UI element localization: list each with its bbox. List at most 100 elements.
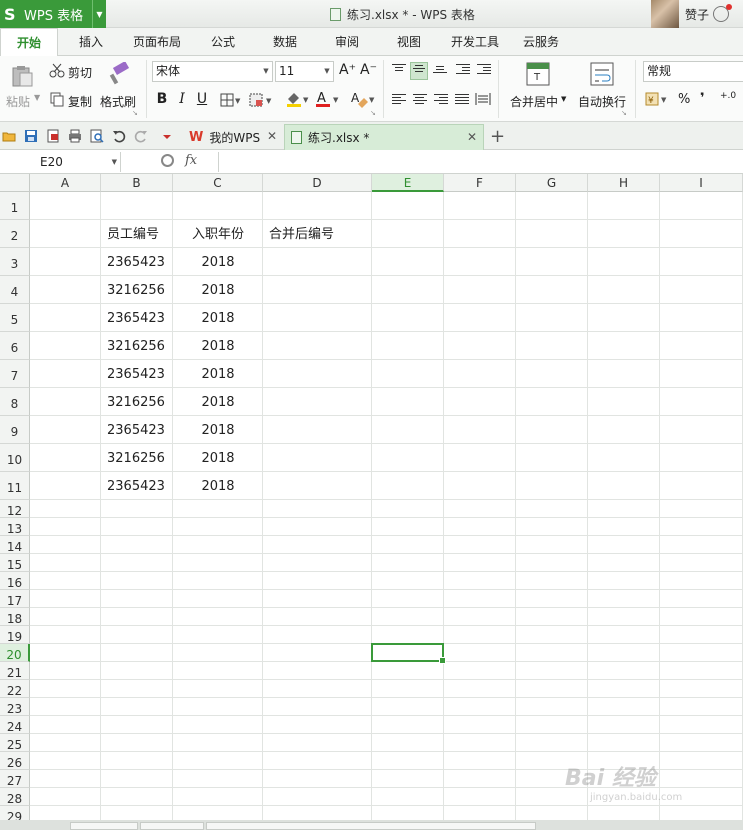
column-header-d[interactable]: D	[263, 174, 372, 192]
row-header-12[interactable]: 12	[0, 500, 30, 518]
row-header-8[interactable]: 8	[0, 388, 30, 416]
export-pdf-icon[interactable]	[46, 129, 60, 143]
close-icon[interactable]: ✕	[267, 129, 277, 143]
cell-b2[interactable]: 员工编号	[107, 220, 173, 248]
select-all-corner[interactable]	[0, 174, 30, 192]
doc-tab-practice[interactable]: 练习.xlsx * ✕	[284, 124, 484, 150]
tab-insert[interactable]: 插入	[66, 28, 116, 56]
formula-input[interactable]	[218, 152, 743, 172]
name-box[interactable]: E20 ▼	[0, 152, 121, 172]
underline-button[interactable]: U	[194, 91, 210, 107]
cell-b6[interactable]: 3216256	[107, 332, 173, 360]
cell-c9[interactable]: 2018	[173, 416, 263, 444]
column-header-g[interactable]: G	[516, 174, 588, 192]
new-tab-icon[interactable]: +	[490, 126, 505, 147]
paste-icon[interactable]	[10, 64, 34, 88]
cell-c3[interactable]: 2018	[173, 248, 263, 276]
column-header-f[interactable]: F	[444, 174, 516, 192]
column-header-c[interactable]: C	[173, 174, 263, 192]
column-header-h[interactable]: H	[588, 174, 660, 192]
row-header-29[interactable]: 29	[0, 806, 30, 820]
row-header-11[interactable]: 11	[0, 472, 30, 500]
align-bottom-icon[interactable]	[433, 66, 447, 78]
increase-decimal-button[interactable]: +.0	[720, 92, 740, 101]
row-header-6[interactable]: 6	[0, 332, 30, 360]
row-header-24[interactable]: 24	[0, 716, 30, 734]
format-painter-button[interactable]: 格式刷	[100, 93, 136, 110]
print-preview-icon[interactable]	[90, 129, 104, 143]
row-header-26[interactable]: 26	[0, 752, 30, 770]
currency-format-icon[interactable]: ¥ ▼	[645, 91, 669, 110]
number-format-select[interactable]: 常规	[643, 61, 743, 82]
undo-icon[interactable]	[112, 129, 126, 143]
chevron-down-icon[interactable]: ▼	[561, 95, 566, 103]
paste-button[interactable]: 粘贴	[6, 93, 30, 110]
italic-button[interactable]: I	[174, 91, 190, 107]
tab-home[interactable]: 开始	[0, 28, 58, 57]
increase-indent-icon[interactable]	[477, 64, 491, 76]
cell-b3[interactable]: 2365423	[107, 248, 173, 276]
column-header-e[interactable]: E	[372, 174, 444, 192]
save-icon[interactable]	[24, 129, 38, 143]
row-header-18[interactable]: 18	[0, 608, 30, 626]
row-header-16[interactable]: 16	[0, 572, 30, 590]
row-header-4[interactable]: 4	[0, 276, 30, 304]
row-header-19[interactable]: 19	[0, 626, 30, 644]
justify-icon[interactable]	[455, 94, 469, 106]
font-name-select[interactable]: 宋体 ▼	[152, 61, 273, 82]
shrink-font-button[interactable]: A⁻	[360, 62, 377, 78]
cell-c4[interactable]: 2018	[173, 276, 263, 304]
align-center-icon[interactable]	[413, 94, 427, 106]
row-header-10[interactable]: 10	[0, 444, 30, 472]
row-header-20[interactable]: 20	[0, 644, 30, 662]
cell-c11[interactable]: 2018	[173, 472, 263, 500]
fill-color-icon[interactable]: ▼	[285, 90, 311, 111]
cut-icon[interactable]	[49, 62, 65, 81]
row-header-3[interactable]: 3	[0, 248, 30, 276]
user-area[interactable]: 赞子	[650, 0, 743, 28]
sheet-tab[interactable]	[70, 822, 138, 830]
row-header-25[interactable]: 25	[0, 734, 30, 752]
copy-button[interactable]: 复制	[68, 93, 92, 110]
copy-icon[interactable]	[49, 91, 65, 110]
merge-center-button[interactable]: 合并居中	[510, 93, 558, 110]
chevron-down-icon[interactable]: ▼	[92, 0, 106, 28]
row-header-13[interactable]: 13	[0, 518, 30, 536]
percent-button[interactable]: %	[678, 92, 690, 107]
column-header-i[interactable]: I	[660, 174, 743, 192]
paste-dropdown-icon[interactable]: ▼	[34, 93, 40, 102]
cell-b10[interactable]: 3216256	[107, 444, 173, 472]
grow-font-button[interactable]: A⁺	[339, 62, 356, 78]
avatar[interactable]	[650, 0, 679, 28]
font-launcher-icon[interactable]: ↘	[370, 109, 376, 117]
font-color-icon[interactable]: A ▼	[315, 90, 341, 111]
close-icon[interactable]: ✕	[467, 130, 477, 144]
column-header-a[interactable]: A	[30, 174, 101, 192]
chevron-down-icon[interactable]: ▼	[260, 62, 272, 81]
spreadsheet-grid[interactable]: A B C D E F G H I 1 2 3 4 5 6 7 8 9 10 11 12 13 14 15 16 17 18 19 20…	[0, 174, 743, 820]
horizontal-scrollbar[interactable]	[206, 822, 536, 830]
clear-format-icon[interactable]: A ▼	[350, 90, 376, 111]
row-header-9[interactable]: 9	[0, 416, 30, 444]
open-folder-icon[interactable]	[2, 129, 16, 143]
row-header-28[interactable]: 28	[0, 788, 30, 806]
cell-b5[interactable]: 2365423	[107, 304, 173, 332]
user-name[interactable]: 赞子	[685, 6, 709, 23]
cell-b7[interactable]: 2365423	[107, 360, 173, 388]
bold-button[interactable]: B	[154, 91, 170, 107]
align-right-icon[interactable]	[434, 94, 448, 106]
tab-cloud[interactable]: 云服务	[516, 28, 566, 56]
redo-icon[interactable]	[134, 129, 148, 143]
tab-page-layout[interactable]: 页面布局	[126, 28, 188, 56]
cell-c10[interactable]: 2018	[173, 444, 263, 472]
cell-c6[interactable]: 2018	[173, 332, 263, 360]
fill-pattern-icon[interactable]: ▼	[249, 93, 275, 110]
row-header-5[interactable]: 5	[0, 304, 30, 332]
active-cell-selection[interactable]	[371, 643, 446, 664]
font-size-select[interactable]: 11 ▼	[275, 61, 334, 82]
tab-formulas[interactable]: 公式	[200, 28, 246, 56]
merge-center-icon[interactable]: T	[526, 62, 550, 89]
row-header-21[interactable]: 21	[0, 662, 30, 680]
column-header-b[interactable]: B	[101, 174, 173, 192]
alignment-launcher-icon[interactable]: ↘	[621, 109, 627, 117]
